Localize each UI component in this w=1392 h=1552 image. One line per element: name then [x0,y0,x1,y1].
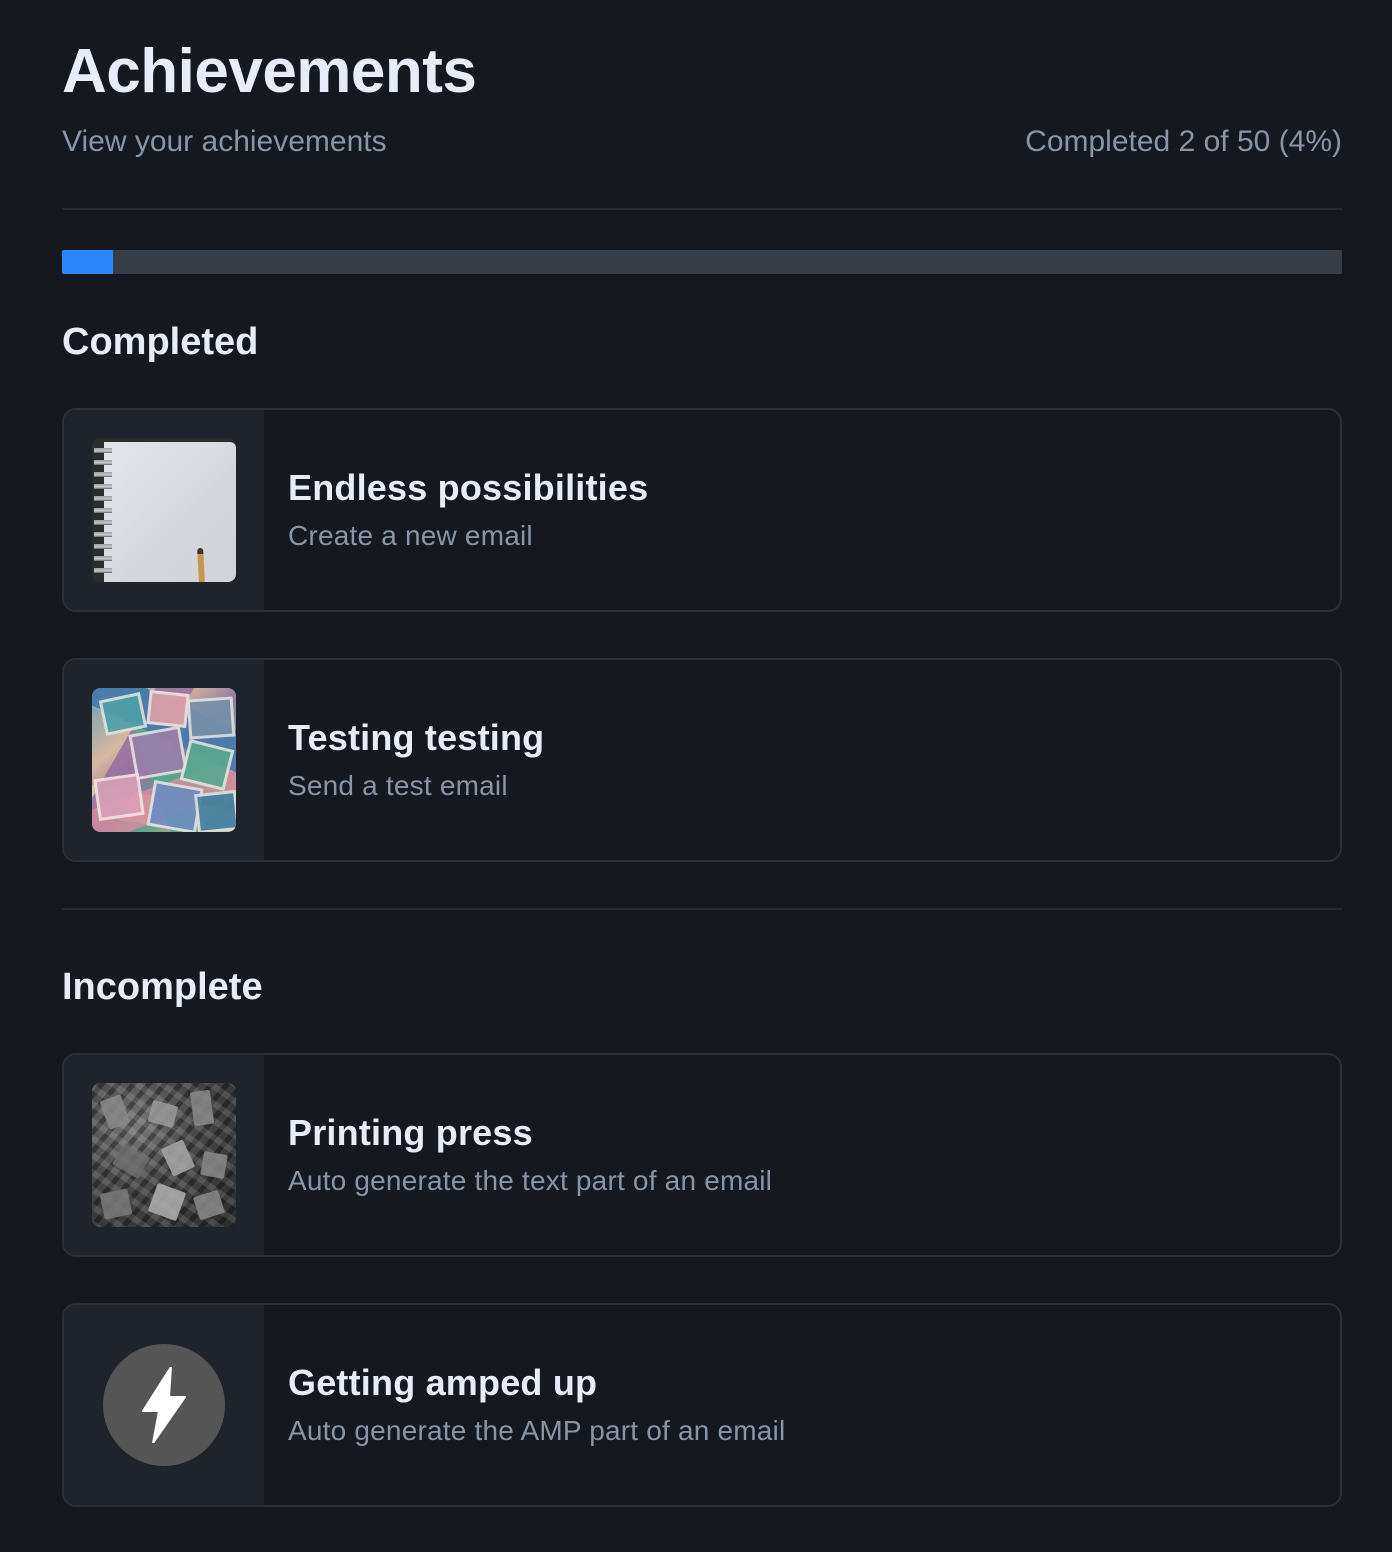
completed-list: Endless possibilities Create a new email [62,408,1342,862]
section-title-incomplete: Incomplete [62,966,263,1008]
stamp-graphic [179,739,235,791]
notebook-paper [104,442,236,582]
achievement-card-getting-amped-up[interactable]: Getting amped up Auto generate the AMP p… [62,1303,1342,1507]
stamp-graphic [93,773,145,821]
achievement-title: Testing testing [288,717,545,758]
achievement-description: Auto generate the AMP part of an email [288,1415,786,1446]
progress-summary: Completed 2 of 50 (4%) [1025,125,1342,158]
section-title-completed: Completed [62,321,259,363]
type-block [147,1100,179,1128]
type-block [99,1094,131,1130]
section-divider [62,908,1342,910]
type-block [192,1189,226,1221]
lightning-bolt-glyph [142,1367,186,1443]
stamp-graphic [146,690,190,728]
achievement-title: Endless possibilities [288,467,649,508]
notebook-image [92,438,236,582]
type-block [112,1143,150,1179]
lightning-bolt-icon [103,1344,225,1466]
achievement-card-testing-testing[interactable]: Testing testing Send a test email [62,658,1342,862]
type-block [200,1151,228,1179]
achievement-media [64,1055,264,1255]
achievement-body: Endless possibilities Create a new email [264,410,1340,610]
page-subtitle: View your achievements [62,125,387,158]
stamp-graphic [98,692,148,736]
stamp-graphic [186,696,236,740]
achievement-card-printing-press[interactable]: Printing press Auto generate the text pa… [62,1053,1342,1257]
notebook-spiral [94,448,112,580]
header-divider [62,208,1342,210]
type-block [189,1089,215,1127]
achievement-title: Printing press [288,1112,533,1153]
progress-bar-fill [62,250,114,274]
incomplete-list: Printing press Auto generate the text pa… [62,1053,1342,1507]
stamps-image [92,688,236,832]
type-block [147,1182,187,1222]
achievement-description: Send a test email [288,770,508,801]
page-header: Achievements View your achievements Comp… [62,0,1342,208]
achievement-media [64,410,264,610]
achievements-page: Achievements View your achievements Comp… [0,0,1392,1507]
achievement-description: Auto generate the text part of an email [288,1165,773,1196]
achievement-media [64,1305,264,1505]
type-block [99,1188,133,1220]
type-block [160,1139,196,1177]
stamp-graphic [128,725,188,781]
achievement-title: Getting amped up [288,1362,598,1403]
achievement-card-endless-possibilities[interactable]: Endless possibilities Create a new email [62,408,1342,612]
progress-bar [62,250,1342,274]
stamp-graphic [194,789,236,832]
achievement-body: Getting amped up Auto generate the AMP p… [264,1305,1340,1505]
achievement-body: Printing press Auto generate the text pa… [264,1055,1340,1255]
achievement-body: Testing testing Send a test email [264,660,1340,860]
page-title: Achievements [62,37,477,106]
achievement-media [64,660,264,860]
letterpress-image [92,1083,236,1227]
achievement-description: Create a new email [288,520,533,551]
